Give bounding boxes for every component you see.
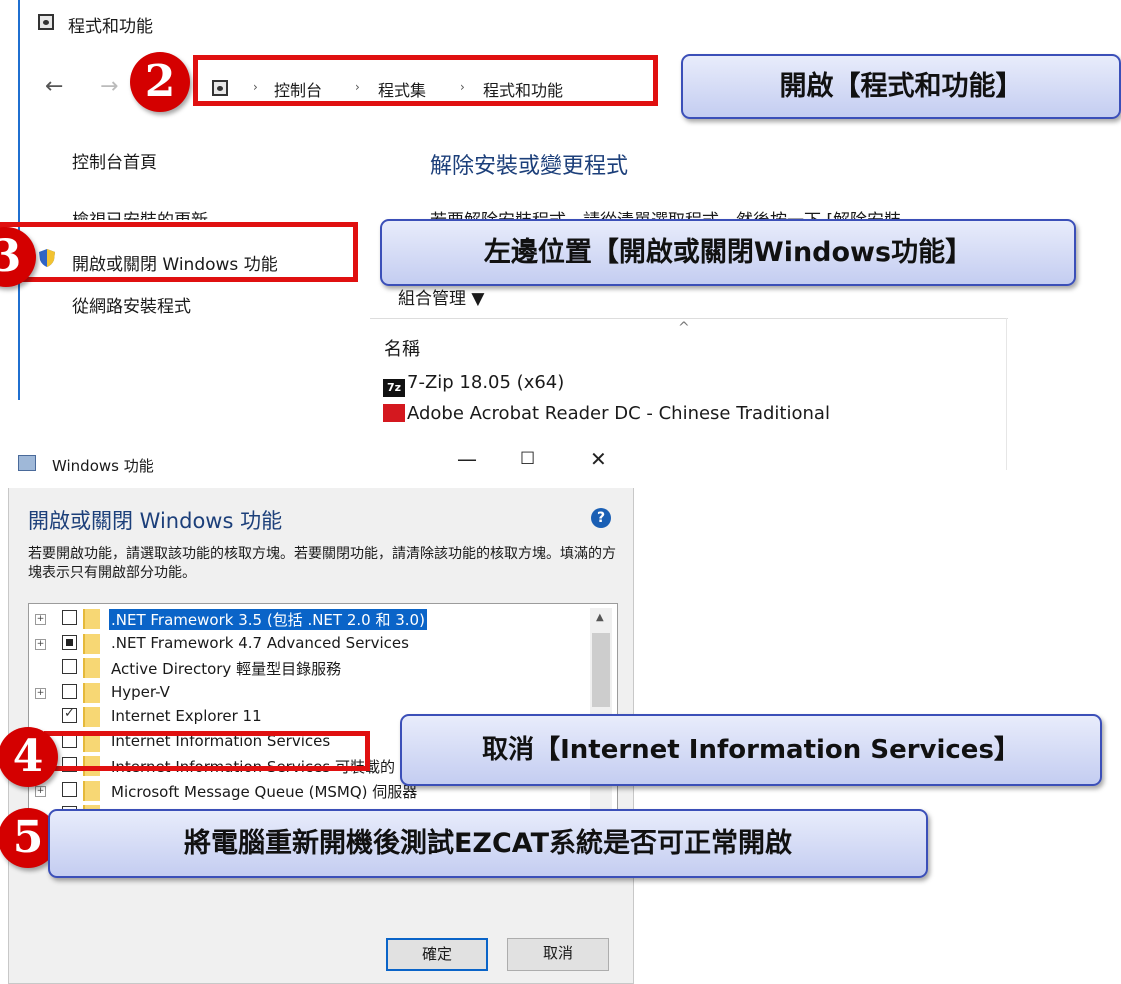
callout-uncheck-iis: 取消【Internet Information Services】 <box>400 714 1102 786</box>
callout-reboot-test: 將電腦重新開機後測試EZCAT系統是否可正常開啟 <box>48 809 928 878</box>
feature-row[interactable]: + Hyper-V <box>29 682 589 706</box>
breadcrumb-programs[interactable]: 程式集 <box>378 77 426 101</box>
help-icon[interactable]: ? <box>591 508 611 528</box>
callout-windows-features: 左邊位置【開啟或關閉Windows功能】 <box>380 219 1076 286</box>
folder-icon <box>83 658 100 678</box>
feature-label[interactable]: Hyper-V <box>109 683 172 701</box>
scroll-up-icon[interactable]: ▲ <box>596 612 604 623</box>
ok-button[interactable]: 確定 <box>386 938 488 971</box>
list-item[interactable]: Adobe Acrobat Reader DC - Chinese Tradit… <box>383 403 830 424</box>
expand-icon[interactable]: + <box>35 785 46 797</box>
breadcrumb-control-panel[interactable]: 控制台 <box>274 77 322 101</box>
page-heading: 解除安裝或變更程式 <box>430 154 629 179</box>
column-header-name[interactable]: 名稱 <box>384 335 420 361</box>
window-title: 程式和功能 <box>68 17 153 37</box>
folder-icon <box>83 682 100 703</box>
folder-icon <box>83 780 100 801</box>
feature-checkbox[interactable] <box>62 610 77 625</box>
feature-row[interactable]: Active Directory 輕量型目錄服務 <box>29 657 589 681</box>
feature-label[interactable]: .NET Framework 3.5 (包括 .NET 2.0 和 3.0) <box>109 609 427 630</box>
expand-icon[interactable]: + <box>35 638 46 650</box>
dialog-description: 若要開啟功能，請選取該功能的核取方塊。若要關閉功能，請清除該功能的核取方塊。填滿… <box>28 546 616 581</box>
sidebar-item-home[interactable]: 控制台首頁 <box>72 148 157 173</box>
maximize-button[interactable]: ☐ <box>520 449 535 469</box>
folder-icon <box>83 609 100 629</box>
close-button[interactable]: ✕ <box>590 447 607 471</box>
organize-menu[interactable]: 組合管理 ▼ <box>398 284 484 309</box>
minimize-button[interactable]: — <box>457 447 477 471</box>
highlight-iis-item <box>44 731 370 771</box>
feature-checkbox[interactable] <box>62 781 77 797</box>
list-item[interactable]: 7z 7-Zip 18.05 (x64) <box>383 372 564 397</box>
scrollbar-thumb[interactable] <box>592 633 610 707</box>
7zip-icon: 7z <box>383 379 405 397</box>
page-description: 若要解除安裝程式，請從清單選取程式，然後按一下 [解除安裝 <box>430 206 1030 220</box>
folder-icon <box>83 707 100 727</box>
folder-icon <box>83 633 100 654</box>
feature-label[interactable]: Internet Explorer 11 <box>109 707 264 725</box>
forward-arrow-icon[interactable]: → <box>100 74 118 99</box>
feature-label[interactable]: .NET Framework 4.7 Advanced Services <box>109 634 411 652</box>
callout-open-programs: 開啟【程式和功能】 <box>681 54 1121 119</box>
acrobat-icon <box>383 404 405 422</box>
windows-features-icon <box>18 455 36 471</box>
step-4-badge: 4 <box>0 727 58 787</box>
expand-icon[interactable]: + <box>35 687 46 699</box>
sidebar-item-updates[interactable]: 檢視已安裝的更新 <box>72 206 208 220</box>
divider <box>1006 318 1007 470</box>
back-arrow-icon[interactable]: ← <box>45 74 63 99</box>
feature-checkbox[interactable] <box>62 683 77 699</box>
dialog-title: Windows 功能 <box>52 457 154 475</box>
feature-row[interactable]: + .NET Framework 4.7 Advanced Services <box>29 633 589 657</box>
feature-row[interactable]: + .NET Framework 3.5 (包括 .NET 2.0 和 3.0) <box>29 608 589 632</box>
breadcrumb-separator: › <box>253 80 258 94</box>
breadcrumb-separator: › <box>460 80 465 94</box>
breadcrumb-separator: › <box>355 80 360 94</box>
highlight-windows-features-link <box>0 222 358 282</box>
feature-checkbox[interactable] <box>62 706 77 723</box>
feature-label[interactable]: Microsoft Message Queue (MSMQ) 伺服器 <box>109 781 419 802</box>
breadcrumb-programs-features[interactable]: 程式和功能 <box>483 77 563 101</box>
control-panel-icon <box>38 14 54 30</box>
step-2-badge: 2 <box>130 52 190 112</box>
sort-chevron-up-icon: ^ <box>678 320 690 336</box>
feature-checkbox[interactable] <box>62 659 77 674</box>
cancel-button[interactable]: 取消 <box>507 938 609 971</box>
feature-checkbox[interactable] <box>62 634 77 650</box>
dialog-heading: 開啟或關閉 Windows 功能 <box>28 509 283 533</box>
feature-label[interactable]: Active Directory 輕量型目錄服務 <box>109 658 343 679</box>
window-left-border <box>18 0 20 400</box>
control-panel-icon <box>212 80 228 96</box>
expand-icon[interactable]: + <box>35 614 46 625</box>
sidebar-item-install-from-network[interactable]: 從網路安裝程式 <box>72 292 191 317</box>
